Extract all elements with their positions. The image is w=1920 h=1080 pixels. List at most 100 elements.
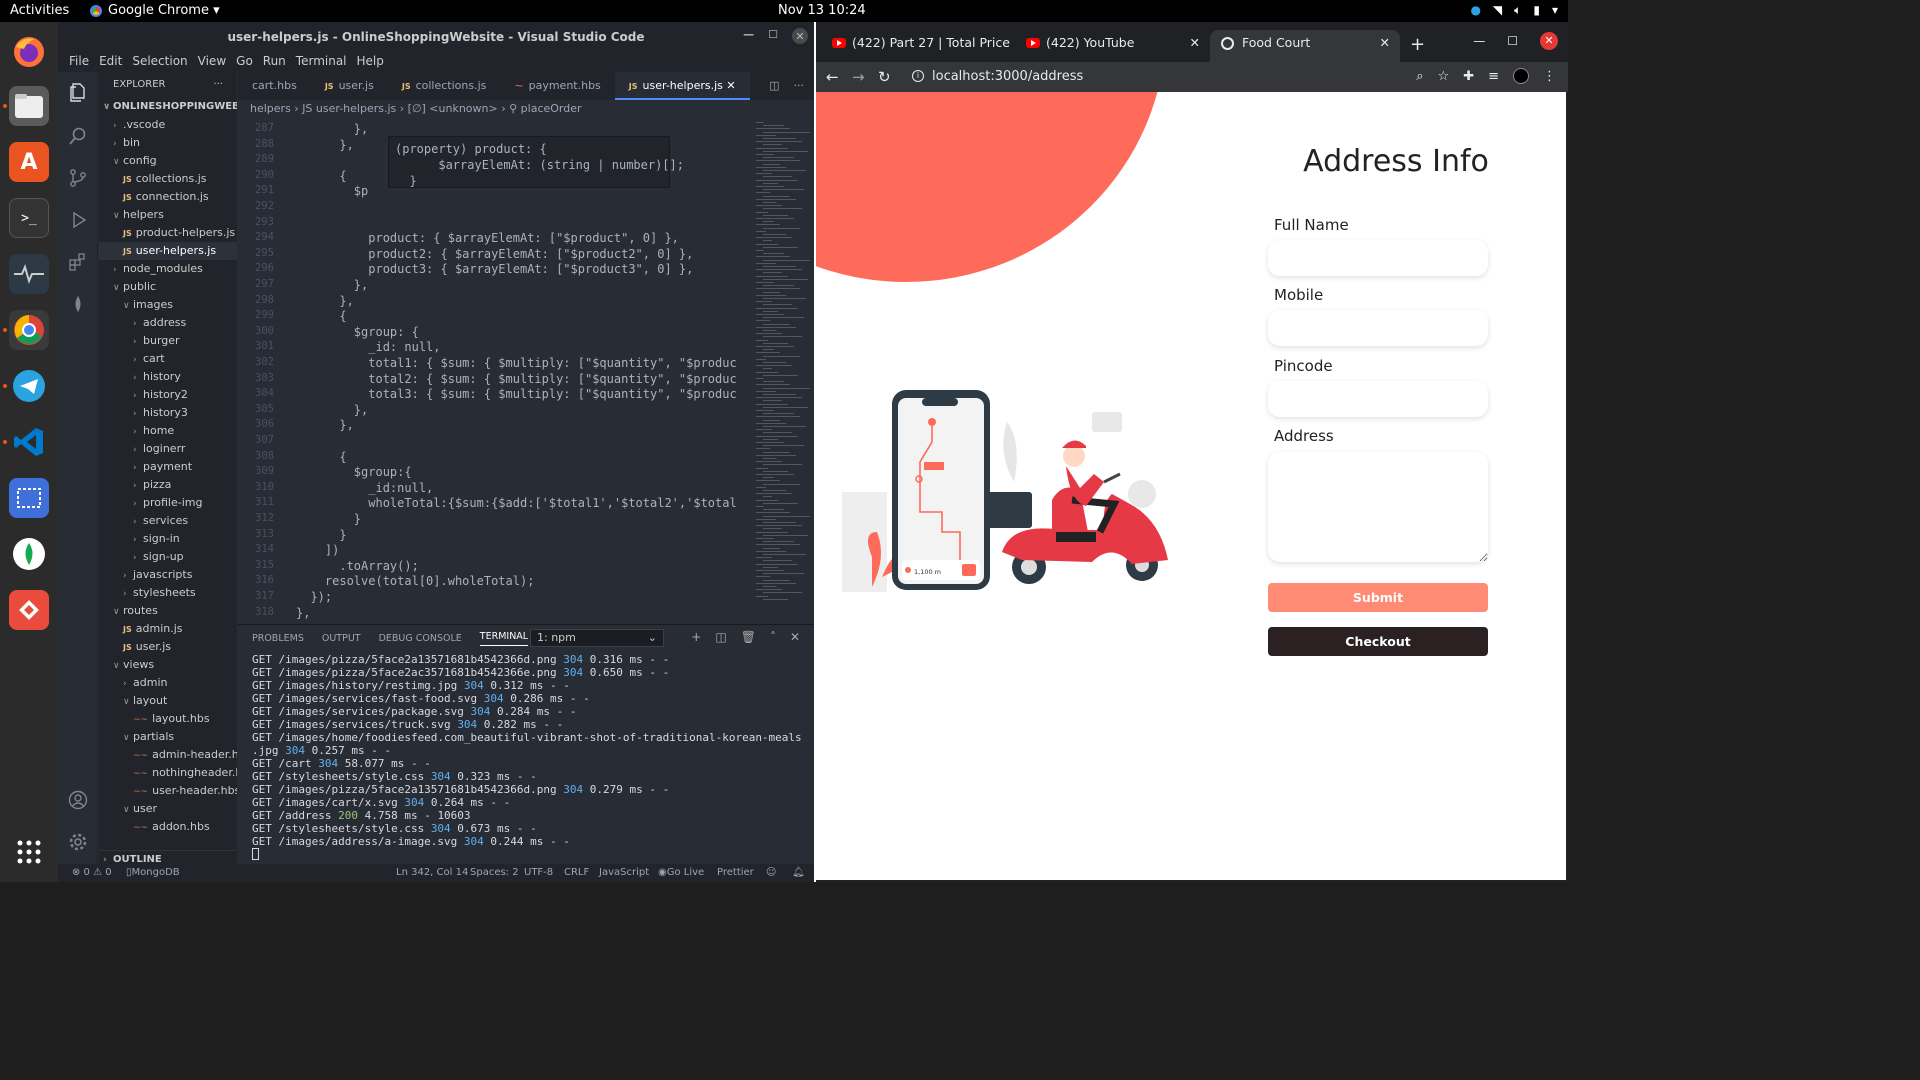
tab-close-icon[interactable]: ✕ <box>1380 30 1390 56</box>
terminal-select[interactable]: 1: npm ⌄ <box>530 629 664 647</box>
tree-file[interactable]: JS user-helpers.js <box>99 242 237 260</box>
tree-file[interactable]: ~~admin-header.hbs <box>99 746 237 764</box>
tree-file[interactable]: JS product-helpers.js <box>99 224 237 242</box>
tree-folder[interactable]: ∨ public <box>99 278 237 296</box>
editor-tab[interactable]: JS user-helpers.js ✕ <box>614 72 750 100</box>
source-control-icon[interactable] <box>68 168 88 188</box>
anydesk-icon[interactable] <box>9 590 49 630</box>
tree-folder[interactable]: › sign-up <box>99 548 237 566</box>
tree-folder[interactable]: › bin <box>99 134 237 152</box>
media-control-icon[interactable]: ≡ <box>1488 69 1499 84</box>
chrome-tab-food-court[interactable]: Food Court ✕ <box>1210 30 1400 62</box>
editor-tab[interactable]: JS user.js <box>311 72 388 100</box>
editor-tab[interactable]: cart.hbs <box>238 72 311 100</box>
tree-folder[interactable]: › javascripts <box>99 566 237 584</box>
vscode-icon[interactable] <box>9 422 49 462</box>
files-icon[interactable] <box>9 86 49 126</box>
chrome-tab-youtube-part27[interactable]: (422) Part 27 | Total Price <box>820 30 1016 62</box>
more-actions-icon[interactable]: ··· <box>213 72 223 98</box>
prettier-status[interactable]: Prettier <box>717 864 754 882</box>
tree-folder[interactable]: ∨ images <box>99 296 237 314</box>
tree-folder[interactable]: ∨ user <box>99 800 237 818</box>
full-name-input[interactable] <box>1268 240 1488 276</box>
tree-folder[interactable]: › history3 <box>99 404 237 422</box>
cursor-position[interactable]: Ln 342, Col 14 <box>396 864 468 882</box>
tab-debug-console[interactable]: DEBUG CONSOLE <box>379 633 462 644</box>
settings-gear-icon[interactable] <box>68 832 88 852</box>
mobile-input[interactable] <box>1268 310 1488 346</box>
forward-icon[interactable]: → <box>852 68 865 86</box>
checkout-button[interactable]: Checkout <box>1268 627 1488 656</box>
split-terminal-icon[interactable]: ◫ <box>715 630 726 644</box>
feedback-icon[interactable]: ☺ <box>766 864 776 882</box>
search-icon[interactable] <box>68 126 88 146</box>
menu-selection[interactable]: Selection <box>127 52 192 72</box>
minimap[interactable] <box>750 118 814 632</box>
encoding[interactable]: UTF-8 <box>524 864 553 882</box>
language-mode[interactable]: JavaScript <box>599 864 649 882</box>
show-applications-icon[interactable] <box>9 832 49 872</box>
tree-file[interactable]: JS admin.js <box>99 620 237 638</box>
menu-file[interactable]: File <box>64 52 94 72</box>
site-info-icon[interactable]: i <box>912 70 924 82</box>
tree-folder[interactable]: › profile-img <box>99 494 237 512</box>
indentation[interactable]: Spaces: 2 <box>470 864 519 882</box>
menu-run[interactable]: Run <box>258 52 291 72</box>
menu-edit[interactable]: Edit <box>94 52 127 72</box>
chrome-menu-icon[interactable]: ⋮ <box>1543 69 1556 84</box>
tree-folder[interactable]: › burger <box>99 332 237 350</box>
tree-folder[interactable]: › payment <box>99 458 237 476</box>
address-bar[interactable]: i localhost:3000/address <box>904 64 1404 90</box>
clock[interactable]: Nov 13 10:24 <box>778 3 866 18</box>
tree-folder[interactable]: › history2 <box>99 386 237 404</box>
tree-file[interactable]: JS connection.js <box>99 188 237 206</box>
terminal-output[interactable]: GET /images/pizza/5face2a13571681b454236… <box>252 653 808 863</box>
maximize-icon[interactable]: ☐ <box>1507 34 1518 48</box>
tree-folder[interactable]: ∨ helpers <box>99 206 237 224</box>
extensions-icon[interactable] <box>68 252 88 272</box>
line-ending[interactable]: CRLF <box>564 864 589 882</box>
tree-folder[interactable]: › services <box>99 512 237 530</box>
tree-file[interactable]: ~~ addon.hbs <box>99 818 237 836</box>
bookmark-star-icon[interactable]: ☆ <box>1438 69 1450 84</box>
zoom-icon[interactable]: ⌕ <box>1416 69 1423 84</box>
tree-folder[interactable]: › address <box>99 314 237 332</box>
tree-folder[interactable]: › .vscode <box>99 116 237 134</box>
tab-output[interactable]: OUTPUT <box>322 633 361 644</box>
tree-folder[interactable]: › cart <box>99 350 237 368</box>
mongodb-compass-icon[interactable] <box>9 534 49 574</box>
telegram-icon[interactable] <box>9 366 49 406</box>
mongodb-leaf-icon[interactable] <box>68 294 88 314</box>
menu-terminal[interactable]: Terminal <box>291 52 352 72</box>
menu-view[interactable]: View <box>193 52 231 72</box>
system-monitor-icon[interactable] <box>9 254 49 294</box>
tree-folder[interactable]: › node_modules <box>99 260 237 278</box>
split-editor-icon[interactable]: ◫ <box>769 79 779 92</box>
address-textarea[interactable] <box>1268 452 1488 562</box>
tree-folder[interactable]: ∨ONLINESHOPPINGWEBSITE <box>99 98 237 116</box>
activities-button[interactable]: Activities <box>10 3 69 18</box>
tab-problems[interactable]: PROBLEMS <box>252 633 304 644</box>
close-panel-icon[interactable]: ✕ <box>790 630 800 644</box>
vscode-title-bar[interactable]: user-helpers.js - OnlineShoppingWebsite … <box>58 22 814 52</box>
tree-file[interactable]: JS collections.js <box>99 170 237 188</box>
editor-tab[interactable]: JS collections.js <box>388 72 501 100</box>
back-icon[interactable]: ← <box>826 68 839 86</box>
tab-close-icon[interactable]: ✕ <box>1190 30 1200 56</box>
menu-help[interactable]: Help <box>352 52 389 72</box>
close-icon[interactable]: ✕ <box>792 28 808 44</box>
tab-close-icon[interactable]: ✕ <box>723 79 735 92</box>
minimize-icon[interactable]: — <box>743 28 754 44</box>
new-tab-icon[interactable]: + <box>1410 34 1425 55</box>
tree-folder[interactable]: › history <box>99 368 237 386</box>
tree-folder[interactable]: ∨ partials <box>99 728 237 746</box>
problems-status[interactable]: ⊗ 0 ⚠ 0 <box>72 864 112 882</box>
tree-file[interactable]: ~~ user-header.hbs <box>99 782 237 800</box>
tree-folder[interactable]: ∨ layout <box>99 692 237 710</box>
chrome-dock-icon[interactable] <box>9 310 49 350</box>
reload-icon[interactable]: ↻ <box>878 68 891 86</box>
tree-file[interactable]: ~~ layout.hbs <box>99 710 237 728</box>
tree-folder[interactable]: › admin <box>99 674 237 692</box>
minimize-icon[interactable]: — <box>1473 34 1485 48</box>
extensions-puzzle-icon[interactable]: ✚ <box>1463 69 1474 84</box>
